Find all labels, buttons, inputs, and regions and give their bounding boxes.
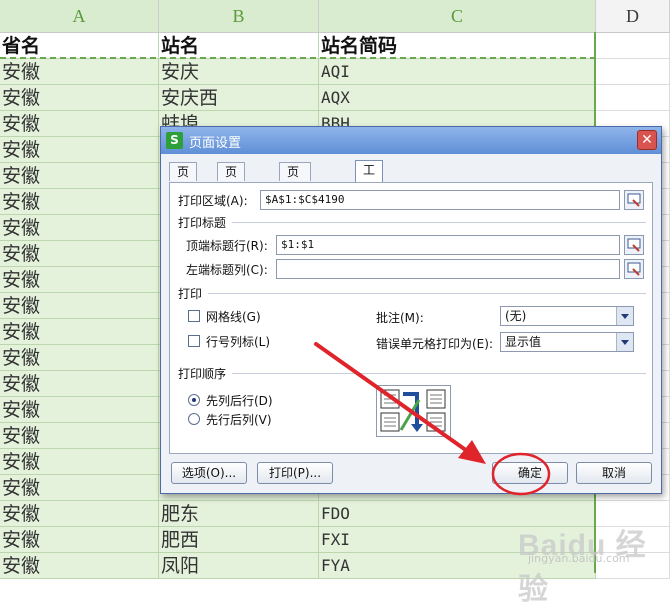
left-columns-input[interactable] <box>276 259 620 279</box>
cell[interactable]: 安徽 <box>0 423 159 449</box>
cell[interactable]: 安徽 <box>0 527 159 553</box>
down-then-over-label: 先列后行(D) <box>206 394 273 408</box>
row-col-headings-checkbox[interactable] <box>188 335 200 347</box>
page-setup-dialog: S 页面设置 ✕ 页面 页边距 页眉/页脚 工作表 打印区域(A): $A$1:… <box>160 126 662 494</box>
cell[interactable]: 安徽 <box>0 241 159 267</box>
dialog-titlebar[interactable]: S 页面设置 ✕ <box>161 127 661 154</box>
dialog-title: 页面设置 <box>189 136 242 151</box>
print-titles-divider <box>232 222 646 223</box>
tab-margins[interactable]: 页边距 <box>217 162 246 217</box>
cell[interactable]: 肥东 <box>159 501 319 527</box>
cell[interactable]: 安庆 <box>159 59 319 85</box>
cell[interactable]: AQI <box>319 59 596 85</box>
cell[interactable]: 安庆西 <box>159 85 319 111</box>
cell[interactable]: 肥西 <box>159 527 319 553</box>
comments-select-value: (无) <box>505 309 527 323</box>
cell-errors-select-value: 显示值 <box>505 335 542 349</box>
cell[interactable]: 安徽 <box>0 137 159 163</box>
top-rows-label: 顶端标题行(R): <box>186 239 268 253</box>
cell[interactable] <box>596 59 670 85</box>
cell[interactable]: 安徽 <box>0 215 159 241</box>
page-order-group-label: 打印顺序 <box>178 367 227 381</box>
cell[interactable]: 安徽 <box>0 163 159 189</box>
column-header-a[interactable]: A <box>0 0 159 32</box>
chevron-down-icon <box>616 333 633 351</box>
close-button[interactable]: ✕ <box>637 130 657 150</box>
row-col-headings-label: 行号列标(L) <box>206 335 271 349</box>
ok-button[interactable]: 确定 <box>492 462 568 484</box>
cell[interactable]: 安徽 <box>0 371 159 397</box>
cell[interactable]: 安徽 <box>0 319 159 345</box>
print-divider <box>208 293 646 294</box>
cell[interactable]: AQX <box>319 85 596 111</box>
wps-app-icon: S <box>166 132 183 149</box>
cell-errors-select[interactable]: 显示值 <box>500 332 634 352</box>
column-header-bar: A B C D <box>0 0 670 33</box>
cell[interactable]: 省名 <box>0 33 159 59</box>
table-row: 安徽 安庆西 AQX <box>0 85 670 111</box>
cell[interactable]: 安徽 <box>0 501 159 527</box>
cell[interactable]: 安徽 <box>0 189 159 215</box>
down-then-over-radio[interactable] <box>188 394 200 406</box>
cell[interactable]: 安徽 <box>0 85 159 111</box>
cell[interactable]: 安徽 <box>0 293 159 319</box>
sheet-settings-panel: 打印区域(A): $A$1:$C$4190 打印标题 顶端标题行(R): $1:… <box>169 182 653 454</box>
cell[interactable]: 站名简码 <box>319 33 596 59</box>
cell[interactable] <box>596 33 670 59</box>
cell[interactable]: 安徽 <box>0 345 159 371</box>
baidu-watermark-url: jingyan.baidu.com <box>528 552 630 565</box>
cell[interactable]: 凤阳 <box>159 553 319 579</box>
column-header-d[interactable]: D <box>596 0 670 32</box>
print-area-input[interactable]: $A$1:$C$4190 <box>260 190 620 210</box>
cell[interactable]: 安徽 <box>0 475 159 501</box>
gridlines-checkbox[interactable] <box>188 310 200 322</box>
range-picker-icon <box>627 238 641 252</box>
cell[interactable] <box>596 85 670 111</box>
over-then-down-label: 先行后列(V) <box>206 413 272 427</box>
cancel-button[interactable]: 取消 <box>576 462 652 484</box>
print-area-label: 打印区域(A): <box>178 194 248 208</box>
cell[interactable]: 安徽 <box>0 397 159 423</box>
chevron-down-icon <box>616 307 633 325</box>
cell[interactable]: 安徽 <box>0 267 159 293</box>
range-picker-icon <box>627 193 641 207</box>
cell[interactable]: 站名 <box>159 33 319 59</box>
comments-label: 批注(M): <box>376 311 424 325</box>
cell-errors-label: 错误单元格打印为(E): <box>376 337 493 351</box>
top-rows-picker-button[interactable] <box>624 235 644 255</box>
cell[interactable]: 安徽 <box>0 553 159 579</box>
cell[interactable]: 安徽 <box>0 59 159 85</box>
top-rows-input[interactable]: $1:$1 <box>276 235 620 255</box>
column-header-b[interactable]: B <box>159 0 319 32</box>
print-button[interactable]: 打印(P)... <box>257 462 333 484</box>
tab-page[interactable]: 页面 <box>169 162 198 198</box>
range-picker-icon <box>627 262 641 276</box>
table-row: 安徽 安庆 AQI <box>0 59 670 85</box>
gridlines-label: 网格线(G) <box>206 310 261 324</box>
header-row: 省名 站名 站名简码 <box>0 33 670 59</box>
print-area-picker-button[interactable] <box>624 190 644 210</box>
tab-sheet[interactable]: 工作表 <box>355 160 384 215</box>
left-columns-label: 左端标题列(C): <box>186 263 268 277</box>
cell[interactable]: 安徽 <box>0 111 159 137</box>
page-order-divider <box>232 373 646 374</box>
cell[interactable]: 安徽 <box>0 449 159 475</box>
comments-select[interactable]: (无) <box>500 306 634 326</box>
print-group-label: 打印 <box>178 287 203 301</box>
options-button[interactable]: 选项(O)... <box>171 462 247 484</box>
over-then-down-radio[interactable] <box>188 413 200 425</box>
print-titles-group-label: 打印标题 <box>178 216 227 230</box>
page-order-graphic <box>380 389 446 432</box>
tab-header-footer[interactable]: 页眉/页脚 <box>279 162 312 236</box>
column-header-c[interactable]: C <box>319 0 596 32</box>
page-order-preview-icon <box>376 385 451 437</box>
left-columns-picker-button[interactable] <box>624 259 644 279</box>
